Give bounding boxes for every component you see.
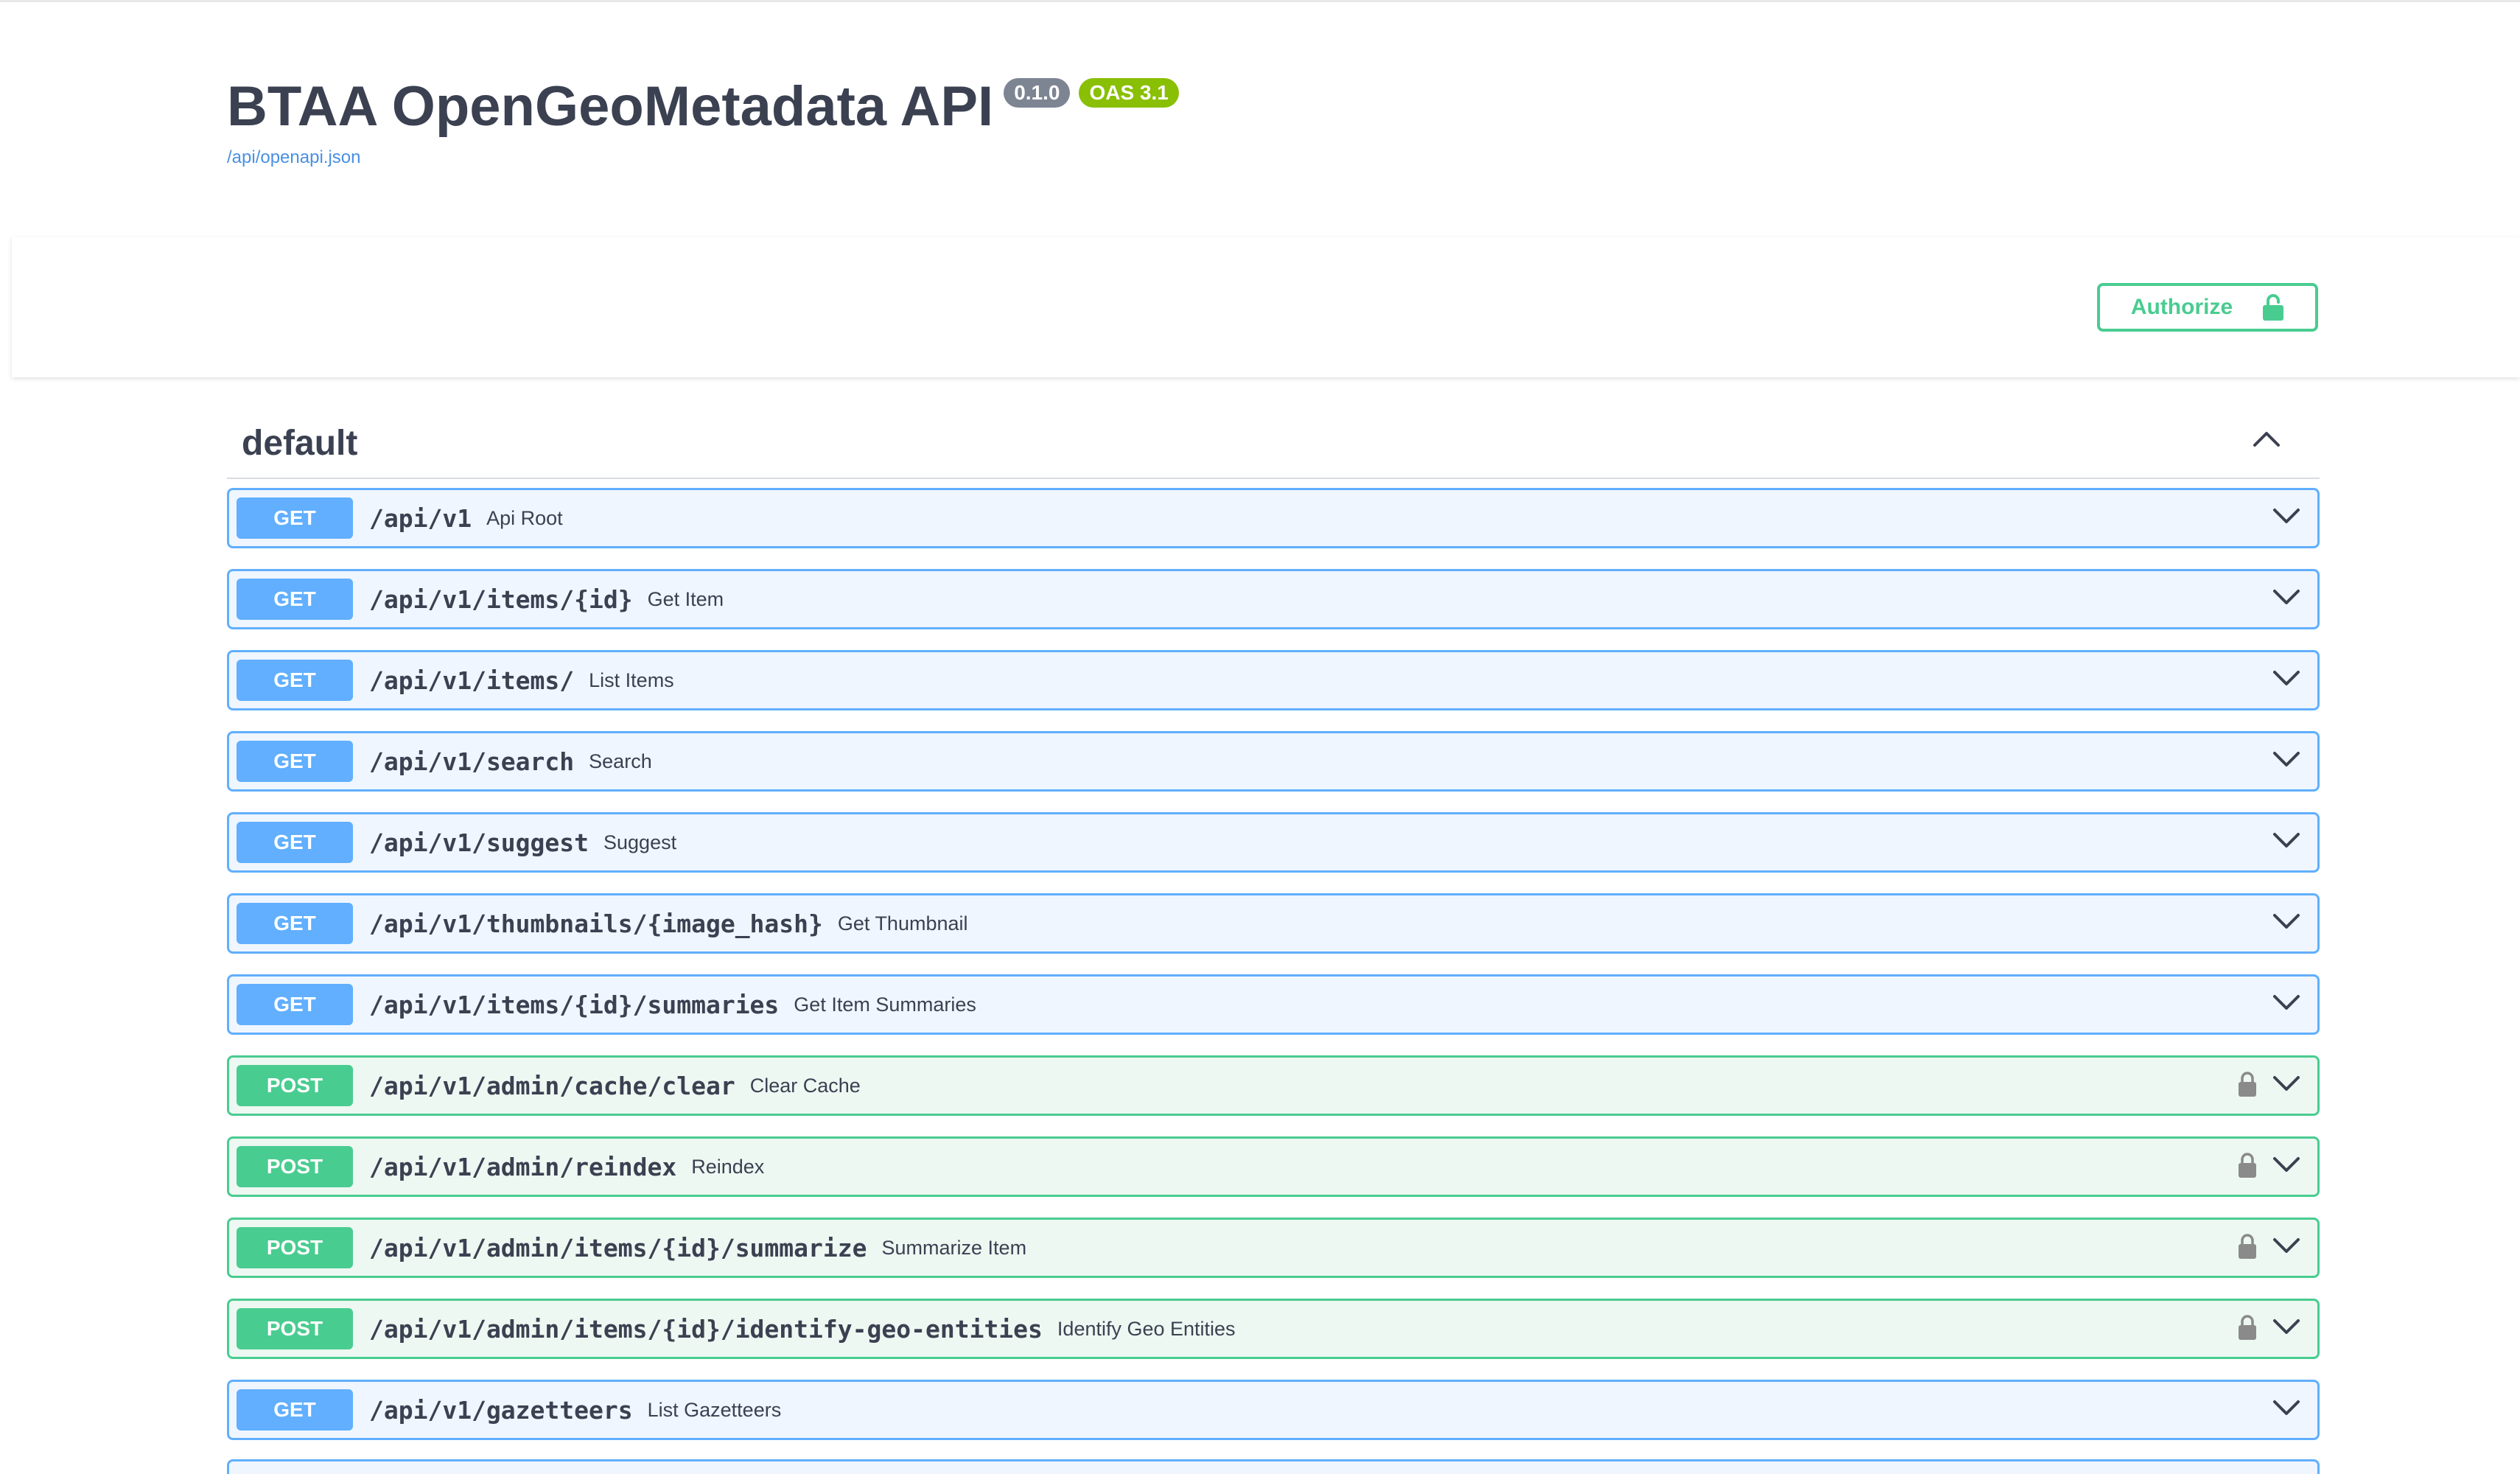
operation-row[interactable]: GET/api/v1/suggest Suggest — [227, 812, 2320, 873]
operation-path: /api/v1/suggest — [369, 828, 589, 857]
method-badge: POST — [237, 1227, 353, 1268]
chevron-up-icon[interactable] — [2252, 429, 2281, 452]
version-badge: 0.1.0 — [1004, 78, 1071, 108]
lock-icon[interactable] — [2238, 1233, 2257, 1263]
lock-icon[interactable] — [2238, 1071, 2257, 1101]
operation-path: /api/v1/admin/items/{id}/summarize — [369, 1233, 867, 1262]
operation-path: /api/v1/admin/items/{id}/identify-geo-en… — [369, 1314, 1043, 1344]
page-title: BTAA OpenGeoMetadata API — [227, 75, 994, 138]
operation-summary: Identify Geo Entities — [1057, 1317, 1236, 1340]
operation-row[interactable]: GET/api/v1/items/{id} Get Item — [227, 569, 2320, 629]
method-badge: GET — [237, 984, 353, 1025]
chevron-down-icon[interactable] — [2272, 1155, 2301, 1178]
chevron-down-icon[interactable] — [2272, 1236, 2301, 1259]
api-info: BTAA OpenGeoMetadata API 0.1.0 OAS 3.1 /… — [227, 66, 1179, 168]
method-badge: GET — [237, 579, 353, 620]
operation-row[interactable]: GET/api/v1/items/List Items — [227, 650, 2320, 710]
chevron-down-icon[interactable] — [2272, 912, 2301, 935]
operation-path: /api/v1 — [369, 503, 472, 533]
operation-path: /api/v1/search — [369, 747, 575, 776]
title-row: BTAA OpenGeoMetadata API 0.1.0 OAS 3.1 — [227, 66, 1179, 147]
operation-row[interactable]: POST/api/v1/admin/items/{id}/summarize Su… — [227, 1218, 2320, 1278]
section-title: default — [242, 424, 358, 463]
operations-list: GET/api/v1 Api Root GET/api/v1/items/{id} G… — [227, 488, 2320, 1461]
method-badge: GET — [237, 660, 353, 701]
operation-row[interactable]: GET/api/v1/search Search — [227, 731, 2320, 792]
method-badge: POST — [237, 1146, 353, 1187]
operation-summary: Suggest — [603, 831, 677, 853]
method-badge: GET — [237, 822, 353, 863]
operation-row[interactable]: POST/api/v1/admin/items/{id}/identify-ge… — [227, 1299, 2320, 1359]
operation-row[interactable]: GET/api/v1 Api Root — [227, 488, 2320, 548]
authorize-button[interactable]: Authorize — [2097, 283, 2318, 332]
oas-badge: OAS 3.1 — [1079, 78, 1179, 108]
operation-summary: Summarize Item — [881, 1236, 1027, 1259]
operation-summary: List Items — [589, 668, 674, 691]
operation-summary: List Gazetteers — [647, 1398, 782, 1421]
operation-path: /api/v1/items/ — [369, 666, 575, 695]
operation-summary: Clear Cache — [749, 1074, 861, 1097]
method-badge: POST — [237, 1308, 353, 1349]
operation-summary: Get Item Summaries — [794, 993, 976, 1016]
method-badge: GET — [237, 903, 353, 944]
operation-row[interactable]: GET/api/v1/gazetteers List Gazetteers — [227, 1380, 2320, 1440]
chevron-down-icon[interactable] — [2272, 1074, 2301, 1097]
operation-path: /api/v1/items/{id}/summaries — [369, 990, 780, 1019]
openapi-json-link[interactable]: /api/openapi.json — [227, 147, 1179, 168]
method-badge: GET — [237, 741, 353, 782]
operation-summary: Api Root — [486, 506, 563, 529]
operation-row[interactable]: POST/api/v1/admin/cache/clear Clear Cache — [227, 1055, 2320, 1116]
method-badge: GET — [237, 1389, 353, 1431]
tag-section-default[interactable]: default — [227, 413, 2320, 479]
lock-icon[interactable] — [2238, 1152, 2257, 1182]
operation-row[interactable]: GET/api/v1/items/{id}/summaries Get Item … — [227, 974, 2320, 1035]
chevron-down-icon[interactable] — [2272, 993, 2301, 1016]
operation-row[interactable]: POST/api/v1/admin/reindex Reindex — [227, 1136, 2320, 1197]
operation-summary: Search — [589, 750, 652, 772]
operation-path: /api/v1/admin/reindex — [369, 1152, 677, 1181]
chevron-down-icon[interactable] — [2272, 1317, 2301, 1340]
operation-path: /api/v1/admin/cache/clear — [369, 1071, 735, 1100]
operation-path: /api/v1/gazetteers — [369, 1395, 633, 1425]
operation-path: /api/v1/thumbnails/{image_hash} — [369, 909, 823, 938]
operation-summary: Get Item — [647, 587, 724, 610]
method-badge: POST — [237, 1065, 353, 1106]
method-badge: GET — [237, 497, 353, 539]
chevron-down-icon[interactable] — [2272, 750, 2301, 772]
lock-icon[interactable] — [2238, 1314, 2257, 1344]
chevron-down-icon[interactable] — [2272, 587, 2301, 610]
chevron-down-icon[interactable] — [2272, 506, 2301, 529]
operation-row-partial[interactable] — [227, 1459, 2320, 1474]
operation-summary: Get Thumbnail — [837, 912, 968, 935]
top-divider — [0, 0, 2520, 2]
operation-path: /api/v1/items/{id} — [369, 584, 633, 614]
lock-open-icon — [2263, 294, 2284, 321]
chevron-down-icon[interactable] — [2272, 1398, 2301, 1421]
chevron-down-icon[interactable] — [2272, 831, 2301, 853]
chevron-down-icon[interactable] — [2272, 668, 2301, 691]
operation-row[interactable]: GET/api/v1/thumbnails/{image_hash} Get Th… — [227, 893, 2320, 954]
operation-summary: Reindex — [691, 1155, 765, 1178]
authorize-label: Authorize — [2130, 295, 2233, 319]
